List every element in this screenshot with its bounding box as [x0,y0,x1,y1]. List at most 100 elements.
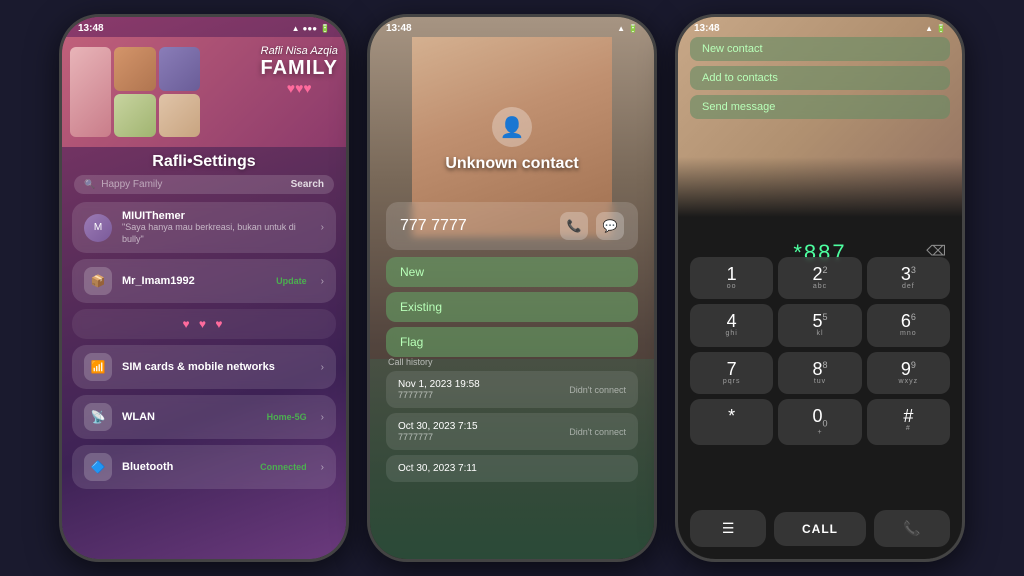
dialer-contacts-btn[interactable]: 📞 [874,510,950,547]
phone-1: 13:48 ▲ ●●● 🔋 Rafli Nisa Azqia FAMILY ♥♥… [59,14,349,562]
dialer-key-hash[interactable]: # # [867,399,950,445]
settings-item-miuithemer[interactable]: M MIUIThemer "Saya hanya mau berkreasi, … [72,202,336,253]
miuithemer-subtitle: "Saya hanya mau berkreasi, bukan untuk d… [122,222,307,245]
key-1-main: 1 [694,265,769,283]
dialer-key-4[interactable]: 4 ghi [690,304,773,346]
status-icons-3: ▲ 🔋 [925,24,946,33]
call-phone-icon-btn[interactable]: 📞 [560,212,588,240]
dialer-option-send-message[interactable]: Send message [690,95,950,119]
call-message-icon-btn[interactable]: 💬 [596,212,624,240]
dialer-option-new-contact[interactable]: New contact [690,37,950,61]
search-button[interactable]: Search [291,179,324,190]
dialer-key-1[interactable]: 1 oo [690,257,773,299]
key-1-sub: oo [694,283,769,291]
mr-imam-title: Mr_Imam1992 [122,275,266,287]
mr-imam-badge: Update [276,276,307,286]
dialer-key-7[interactable]: 7 pqrs [690,352,773,394]
family-cursive-title: Rafli Nisa Azqia [261,45,339,57]
unknown-contact-section: 👤 Unknown contact [370,107,654,173]
settings-item-bluetooth[interactable]: 🔷 Bluetooth Connected › [72,445,336,489]
wlan-badge: Home-5G [267,412,307,422]
dialer-key-6[interactable]: 66 mno [867,304,950,346]
dialer-key-star[interactable]: * [690,399,773,445]
call-history-item-2[interactable]: Oct 30, 2023 7:15 7777777 Didn't connect [386,413,638,450]
settings-item-mr-imam[interactable]: 📦 Mr_Imam1992 Update › [72,259,336,303]
key-3-main: 33 [871,265,946,283]
dialer-call-button[interactable]: CALL [774,512,866,546]
dialer-key-5[interactable]: 55 kl [778,304,861,346]
family-photo-5 [159,94,200,138]
key-star-main: * [694,407,769,425]
dialer-menu-btn[interactable]: ☰ [690,510,766,547]
dialer-key-0[interactable]: 00 + [778,399,861,445]
call-number-row: 777 7777 📞 💬 [386,202,638,250]
key-2-main: 22 [782,265,857,283]
call-history-label: Call history [386,357,638,367]
family-banner: Rafli Nisa Azqia FAMILY ♥♥♥ [62,37,346,147]
hearts-row: ♥ ♥ ♥ [182,317,225,331]
family-photo-4 [114,94,155,138]
wlan-content: WLAN [122,411,257,423]
call-option-existing[interactable]: Existing [386,292,638,322]
unknown-avatar: 👤 [492,107,532,147]
call-action-icons: 📞 💬 [560,212,624,240]
wlan-title: WLAN [122,411,257,423]
call-history-date-1: Nov 1, 2023 19:58 [398,379,480,390]
mr-imam-content: Mr_Imam1992 [122,275,266,287]
call-button-label: CALL [802,522,838,536]
status-bar-2: 13:48 ▲ 🔋 [370,17,654,37]
key-8-main: 88 [782,360,857,378]
mr-imam-icon: 📦 [84,267,112,295]
bluetooth-icon: 🔷 [84,453,112,481]
call-history-type-1: Didn't connect [569,385,626,395]
battery-icon: 🔋 [320,24,330,33]
wlan-arrow: › [321,412,324,423]
call-options: New Existing Flag [386,257,638,357]
bluetooth-arrow: › [321,462,324,473]
wifi-icon-3: ▲ [925,24,933,33]
miuithemer-arrow: › [321,222,324,233]
key-5-main: 55 [782,312,857,330]
status-bar-3: 13:48 ▲ 🔋 [678,17,962,37]
dialer-key-3[interactable]: 33 def [867,257,950,299]
call-option-flag[interactable]: Flag [386,327,638,357]
key-5-sub: kl [782,330,857,338]
key-7-main: 7 [694,360,769,378]
settings-item-sim-cards[interactable]: 📶 SIM cards & mobile networks › [72,345,336,389]
status-bar-1: 13:48 ▲ ●●● 🔋 [62,17,346,37]
call-history-item-1[interactable]: Nov 1, 2023 19:58 7777777 Didn't connect [386,371,638,408]
family-title-area: Rafli Nisa Azqia FAMILY ♥♥♥ [261,45,339,96]
miuithemer-content: MIUIThemer "Saya hanya mau berkreasi, bu… [122,210,307,245]
battery-icon-3: 🔋 [936,24,946,33]
sim-icon: 📶 [84,353,112,381]
settings-item-wlan[interactable]: 📡 WLAN Home-5G › [72,395,336,439]
key-6-sub: mno [871,330,946,338]
call-option-new[interactable]: New [386,257,638,287]
key-hash-main: # [871,407,946,425]
status-icons-2: ▲ 🔋 [617,24,638,33]
dialer-key-8[interactable]: 88 tuv [778,352,861,394]
call-history-item-3[interactable]: Oct 30, 2023 7:11 [386,455,638,482]
key-hash-sub: # [871,425,946,433]
key-4-sub: ghi [694,330,769,338]
family-label: FAMILY [261,57,339,80]
dialer-key-2[interactable]: 22 abc [778,257,861,299]
call-history-date-3: Oct 30, 2023 7:11 [398,463,477,474]
dialer-key-9[interactable]: 99 wxyz [867,352,950,394]
dialer-option-add-contacts[interactable]: Add to contacts [690,66,950,90]
search-placeholder: Happy Family [101,179,284,190]
key-3-sub: def [871,283,946,291]
call-history-section: Call history Nov 1, 2023 19:58 7777777 D… [386,357,638,487]
key-7-sub: pqrs [694,378,769,386]
wifi-icon: ▲ [292,24,300,33]
phone-3: 13:48 ▲ 🔋 New contact Add to contacts Se… [675,14,965,562]
search-icon: 🔍 [84,179,95,190]
settings-title: Rafli•Settings [62,147,346,175]
status-time-2: 13:48 [386,23,412,34]
phone-2: 13:48 ▲ 🔋 👤 Unknown contact 777 7777 📞 💬… [367,14,657,562]
family-photo-2 [114,47,155,91]
settings-search-bar[interactable]: 🔍 Happy Family Search [74,175,334,194]
family-photo-3 [159,47,200,91]
key-4-main: 4 [694,312,769,330]
menu-icon: ☰ [722,520,735,537]
